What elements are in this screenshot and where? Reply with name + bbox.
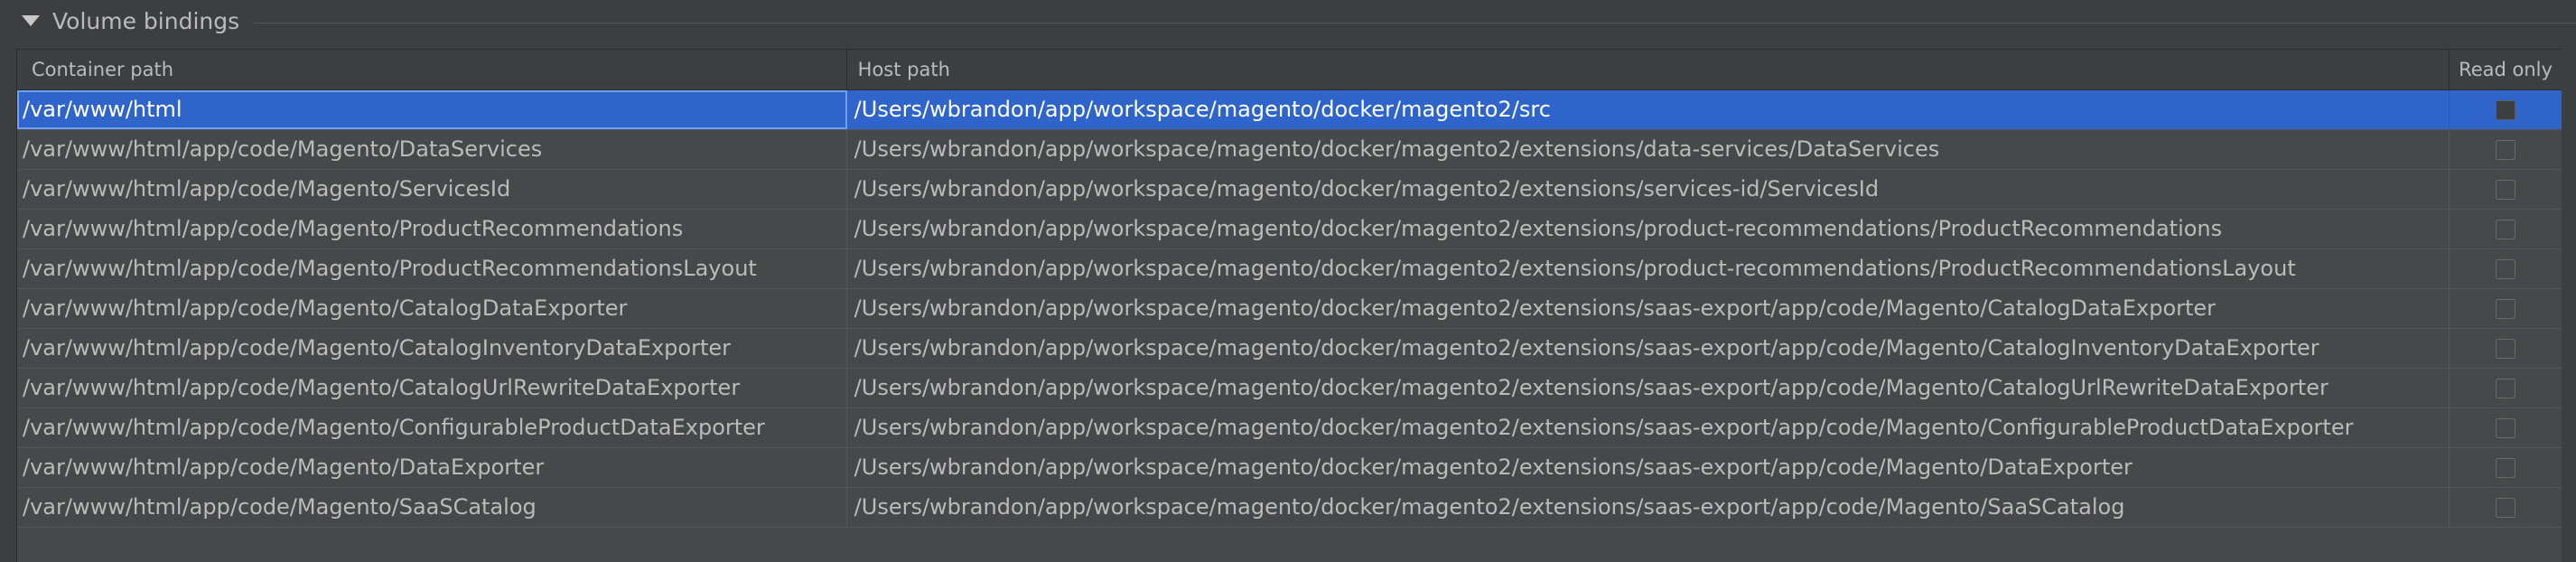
column-header-container-path[interactable]: Container path (17, 50, 847, 89)
table-row[interactable]: /var/www/html/app/code/Magento/ProductRe… (17, 210, 2562, 249)
table-row[interactable]: /var/www/html/app/code/Magento/DataServi… (17, 130, 2562, 170)
host-path-cell[interactable]: /Users/wbrandon/app/workspace/magento/do… (847, 488, 2450, 527)
table-row[interactable]: /var/www/html/app/code/Magento/SaaSCatal… (17, 488, 2562, 528)
read-only-checkbox[interactable] (2496, 457, 2516, 478)
container-path-cell[interactable]: /var/www/html/app/code/Magento/DataExpor… (17, 448, 847, 487)
container-path-cell[interactable]: /var/www/html/app/code/Magento/CatalogIn… (17, 329, 847, 368)
table-row[interactable]: /var/www/html/app/code/Magento/CatalogIn… (17, 329, 2562, 369)
container-path-cell[interactable]: /var/www/html/app/code/Magento/CatalogUr… (17, 369, 847, 407)
read-only-cell (2450, 210, 2562, 248)
container-path-cell[interactable]: /var/www/html/app/code/Magento/ProductRe… (17, 249, 847, 288)
table-header: Container path Host path Read only (17, 50, 2562, 90)
host-path-cell[interactable]: /Users/wbrandon/app/workspace/magento/do… (847, 249, 2450, 288)
read-only-checkbox[interactable] (2496, 179, 2516, 200)
host-path-cell[interactable]: /Users/wbrandon/app/workspace/magento/do… (847, 408, 2450, 447)
container-path-cell[interactable]: /var/www/html/app/code/Magento/SaaSCatal… (17, 488, 847, 527)
table-row[interactable]: /var/www/html/app/code/Magento/ServicesI… (17, 170, 2562, 210)
host-path-cell[interactable]: /Users/wbrandon/app/workspace/magento/do… (847, 289, 2450, 328)
read-only-checkbox[interactable] (2496, 258, 2516, 279)
host-path-cell[interactable]: /Users/wbrandon/app/workspace/magento/do… (847, 170, 2450, 209)
column-header-host-path[interactable]: Host path (847, 50, 2450, 89)
read-only-cell (2450, 249, 2562, 288)
table-row[interactable]: /var/www/html /Users/wbrandon/app/worksp… (17, 90, 2562, 130)
container-path-cell[interactable]: /var/www/html/app/code/Magento/ProductRe… (17, 210, 847, 248)
read-only-cell (2450, 329, 2562, 368)
read-only-checkbox[interactable] (2496, 338, 2516, 359)
container-path-cell[interactable]: /var/www/html (17, 90, 847, 129)
container-path-cell[interactable]: /var/www/html/app/code/Magento/Configura… (17, 408, 847, 447)
read-only-cell (2450, 170, 2562, 209)
container-path-cell[interactable]: /var/www/html/app/code/Magento/ServicesI… (17, 170, 847, 209)
triangle-down-icon[interactable] (22, 15, 40, 26)
read-only-cell (2450, 408, 2562, 447)
table-row[interactable]: /var/www/html/app/code/Magento/DataExpor… (17, 448, 2562, 488)
volume-bindings-table[interactable]: Container path Host path Read only /var/… (16, 49, 2562, 562)
section-title: Volume bindings (52, 7, 240, 34)
read-only-checkbox[interactable] (2496, 139, 2516, 160)
read-only-checkbox[interactable] (2496, 298, 2516, 319)
host-path-cell[interactable]: /Users/wbrandon/app/workspace/magento/do… (847, 130, 2450, 169)
container-path-cell[interactable]: /var/www/html/app/code/Magento/CatalogDa… (17, 289, 847, 328)
read-only-checkbox[interactable] (2496, 417, 2516, 438)
column-header-read-only[interactable]: Read only (2450, 50, 2562, 89)
read-only-cell (2450, 488, 2562, 527)
table-row[interactable]: /var/www/html/app/code/Magento/Configura… (17, 408, 2562, 448)
host-path-cell[interactable]: /Users/wbrandon/app/workspace/magento/do… (847, 329, 2450, 368)
host-path-cell[interactable]: /Users/wbrandon/app/workspace/magento/do… (847, 448, 2450, 487)
table-row[interactable]: /var/www/html/app/code/Magento/CatalogUr… (17, 369, 2562, 408)
read-only-cell (2450, 90, 2562, 129)
read-only-checkbox[interactable] (2496, 378, 2516, 398)
read-only-cell (2450, 369, 2562, 407)
table-row[interactable]: /var/www/html/app/code/Magento/CatalogDa… (17, 289, 2562, 329)
host-path-cell[interactable]: /Users/wbrandon/app/workspace/magento/do… (847, 210, 2450, 248)
table-row[interactable]: /var/www/html/app/code/Magento/ProductRe… (17, 249, 2562, 289)
container-path-cell[interactable]: /var/www/html/app/code/Magento/DataServi… (17, 130, 847, 169)
read-only-checkbox[interactable] (2496, 497, 2516, 518)
read-only-cell (2450, 448, 2562, 487)
host-path-cell[interactable]: /Users/wbrandon/app/workspace/magento/do… (847, 369, 2450, 407)
host-path-cell[interactable]: /Users/wbrandon/app/workspace/magento/do… (847, 90, 2450, 129)
read-only-cell (2450, 289, 2562, 328)
read-only-cell (2450, 130, 2562, 169)
volume-bindings-header[interactable]: Volume bindings (0, 0, 2576, 42)
read-only-checkbox[interactable] (2496, 219, 2516, 239)
read-only-checkbox[interactable] (2496, 99, 2516, 120)
